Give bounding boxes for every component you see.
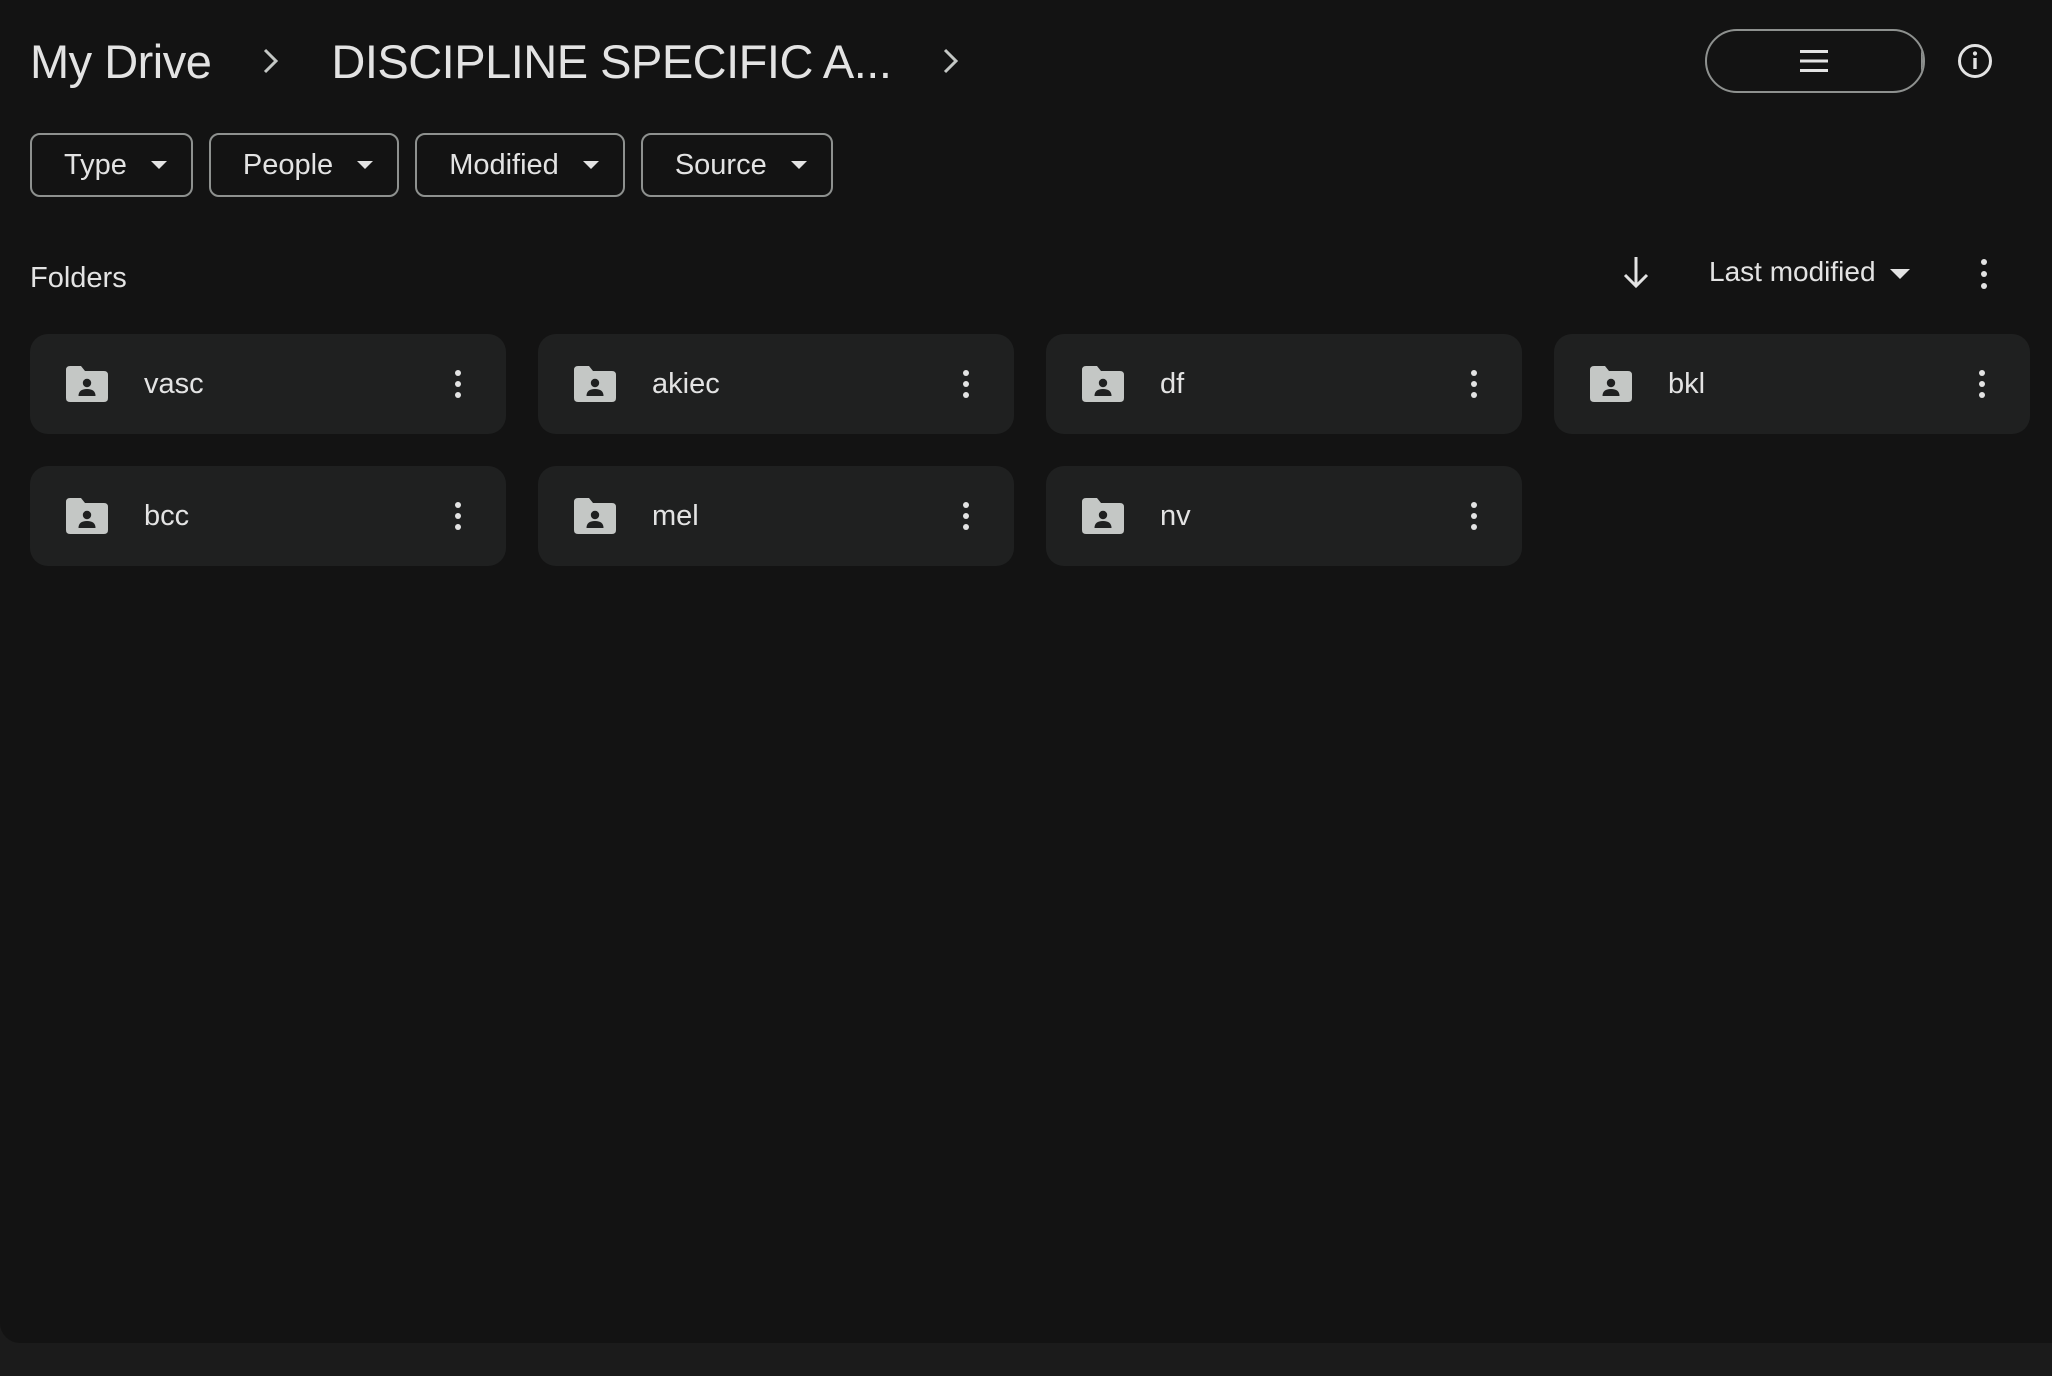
folder-card[interactable]: akiec: [538, 334, 1014, 434]
more-vert-icon[interactable]: [446, 366, 470, 402]
chevron-right-icon[interactable]: [931, 41, 971, 81]
folder-card[interactable]: bkl: [1554, 334, 2030, 434]
more-vert-icon[interactable]: [954, 366, 978, 402]
list-view-button[interactable]: [1707, 31, 1923, 91]
shared-folder-icon: [1082, 366, 1124, 402]
sort-field-dropdown[interactable]: Last modified: [1709, 256, 1910, 288]
more-vert-icon: [1981, 259, 1987, 289]
breadcrumb-current-folder[interactable]: DISCIPLINE SPECIFIC A...: [331, 34, 892, 89]
folder-name: bcc: [144, 499, 190, 532]
filter-modified-chip[interactable]: Modified: [415, 133, 625, 197]
shared-folder-icon: [574, 366, 616, 402]
folders-section-title: Folders: [30, 262, 127, 294]
info-button[interactable]: [1952, 38, 1998, 84]
dropdown-arrow-icon: [1889, 269, 1910, 279]
breadcrumb: My Drive DISCIPLINE SPECIFIC A...: [30, 28, 971, 94]
more-vert-icon[interactable]: [954, 498, 978, 534]
breadcrumb-my-drive[interactable]: My Drive: [30, 34, 212, 89]
folder-card[interactable]: nv: [1046, 466, 1522, 566]
folder-card[interactable]: bcc: [30, 466, 506, 566]
view-toggle: [1705, 29, 1925, 93]
filter-type-label: Type: [64, 148, 127, 181]
folder-name: df: [1160, 367, 1185, 400]
folder-card[interactable]: vasc: [30, 334, 506, 434]
filter-modified-label: Modified: [449, 148, 559, 181]
list-view-icon: [1800, 50, 1828, 72]
shared-folder-icon: [1082, 498, 1124, 534]
chevron-right-icon: [251, 41, 291, 81]
shared-folder-icon: [66, 366, 108, 402]
shared-folder-icon: [574, 498, 616, 534]
filter-people-chip[interactable]: People: [208, 133, 400, 197]
shared-folder-icon: [1590, 366, 1632, 402]
folder-card[interactable]: mel: [538, 466, 1014, 566]
folder-card[interactable]: df: [1046, 334, 1522, 434]
info-icon: [1958, 44, 1992, 78]
filter-people-label: People: [242, 148, 334, 181]
sort-direction-button[interactable]: [1618, 253, 1654, 293]
folder-grid: vasc akiec df bkl bcc mel nv: [30, 334, 2030, 566]
dropdown-arrow-icon: [790, 161, 807, 169]
more-vert-icon[interactable]: [446, 498, 470, 534]
folder-name: bkl: [1668, 367, 1706, 400]
more-options-button[interactable]: [1970, 256, 1998, 292]
drive-content-panel: My Drive DISCIPLINE SPECIFIC A... Type P…: [0, 0, 2052, 1343]
filter-source-label: Source: [674, 148, 767, 181]
folder-name: mel: [652, 499, 699, 532]
more-vert-icon[interactable]: [1970, 366, 1994, 402]
dropdown-arrow-icon: [357, 161, 374, 169]
dropdown-arrow-icon: [582, 161, 599, 169]
filter-bar: Type People Modified Source: [30, 133, 833, 197]
shared-folder-icon: [66, 498, 108, 534]
arrow-down-icon: [1623, 257, 1649, 289]
more-vert-icon[interactable]: [1462, 366, 1486, 402]
more-vert-icon[interactable]: [1462, 498, 1486, 534]
folder-name: akiec: [652, 367, 720, 400]
folder-name: nv: [1160, 499, 1191, 532]
filter-type-chip[interactable]: Type: [30, 133, 193, 197]
filter-source-chip[interactable]: Source: [640, 133, 833, 197]
sort-field-label: Last modified: [1709, 256, 1876, 287]
folder-name: vasc: [144, 367, 204, 400]
dropdown-arrow-icon: [150, 161, 167, 169]
